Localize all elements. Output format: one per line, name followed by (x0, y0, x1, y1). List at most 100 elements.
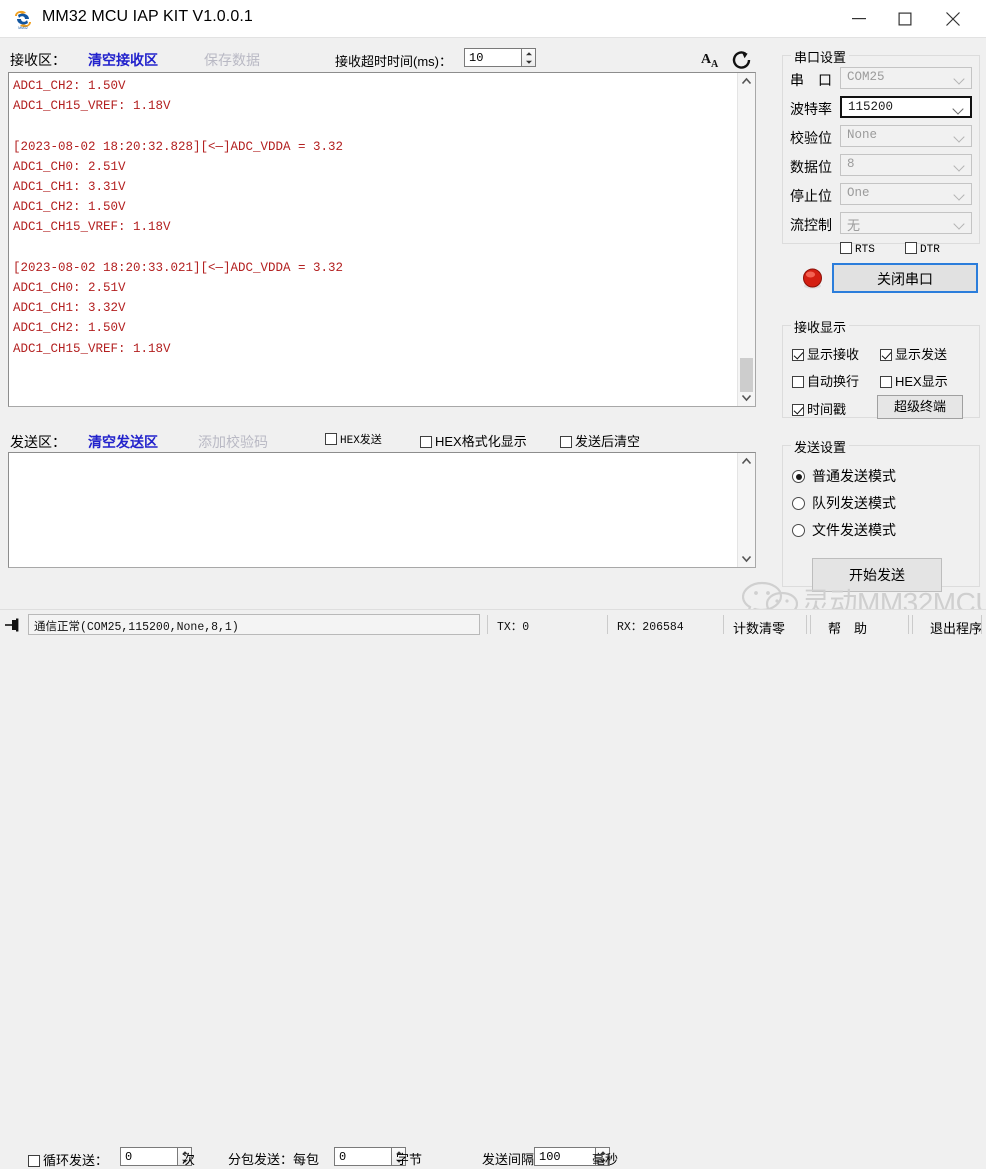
baud-rate-value: 115200 (848, 100, 894, 114)
send-textarea[interactable] (8, 452, 756, 568)
close-button[interactable] (928, 0, 978, 38)
receive-text-content: ADC1_CH2: 1.50V ADC1_CH15_VREF: 1.18V [2… (13, 79, 344, 356)
stop-bits-row: 停止位 One (782, 182, 980, 208)
checkbox-box (560, 436, 572, 448)
add-checksum-link[interactable]: 添加校验码 (198, 432, 268, 452)
loop-count-input[interactable]: 0 (120, 1147, 177, 1166)
status-divider (912, 615, 913, 634)
auto-wrap-checkbox[interactable]: 自动换行 (792, 371, 859, 390)
receive-area-label: 接收区： (10, 52, 66, 68)
status-divider (810, 615, 811, 634)
scroll-up-icon[interactable] (738, 453, 755, 470)
data-bits-select[interactable]: 8 (840, 154, 972, 176)
scroll-down-icon[interactable] (738, 389, 755, 406)
help-button[interactable]: 帮 助 (828, 618, 867, 638)
parity-label: 校验位 (790, 130, 832, 146)
scroll-down-icon[interactable] (738, 550, 755, 567)
rts-checkbox[interactable]: RTS (840, 240, 875, 256)
checkbox-box (792, 404, 804, 416)
timestamp-checkbox[interactable]: 时间戳 (792, 399, 846, 418)
loop-count-unit: 次 (182, 1152, 196, 1167)
parity-select[interactable]: None (840, 125, 972, 147)
status-divider (487, 615, 488, 634)
clear-after-send-label: 发送后清空 (575, 434, 641, 449)
title-separator (0, 37, 986, 38)
show-receive-checkbox[interactable]: 显示接收 (792, 344, 859, 363)
status-divider (607, 615, 608, 634)
queue-send-mode-label: 队列发送模式 (812, 495, 896, 511)
receive-scrollbar[interactable] (737, 73, 755, 406)
chevron-down-icon (955, 133, 964, 142)
clear-after-send-checkbox[interactable]: 发送后清空 (560, 431, 640, 450)
scroll-up-icon[interactable] (738, 73, 755, 90)
send-interval-input[interactable]: 100 (534, 1147, 595, 1166)
queue-send-mode-radio[interactable]: 队列发送模式 (792, 493, 896, 513)
send-options-row: 循环发送： 0 次 分包发送：每包 0 字节 发送间隔： 100 毫秒 (0, 572, 770, 1168)
status-divider (723, 615, 724, 634)
radio-circle (792, 524, 805, 537)
svg-text:A: A (711, 59, 719, 70)
hex-format-checkbox[interactable]: HEX格式化显示 (420, 431, 527, 450)
hex-display-checkbox[interactable]: HEX显示 (880, 371, 948, 390)
receive-timeout-label: 接收超时时间(ms)： (335, 54, 452, 69)
refresh-icon[interactable] (730, 48, 754, 72)
stop-bits-select[interactable]: One (840, 183, 972, 205)
baud-rate-label: 波特率 (790, 101, 832, 117)
stop-bits-value: One (847, 186, 870, 200)
show-send-label: 显示发送 (895, 347, 948, 362)
loop-send-checkbox[interactable]: 循环发送： (28, 1150, 108, 1169)
title-bar: MM32 MM32 MCU IAP KIT V1.0.0.1 (0, 0, 986, 38)
window-title: MM32 MCU IAP KIT V1.0.0.1 (42, 8, 253, 25)
app-window: MM32 MM32 MCU IAP KIT V1.0.0.1 接收区： 清空接收… (0, 0, 986, 1168)
rts-label: RTS (855, 244, 875, 256)
baud-rate-select[interactable]: 115200 (840, 96, 972, 118)
clear-receive-link[interactable]: 清空接收区 (88, 50, 158, 70)
receive-timeout-stepper[interactable]: 10 (464, 48, 536, 67)
save-data-link[interactable]: 保存数据 (204, 50, 260, 70)
start-send-button[interactable]: 开始发送 (812, 558, 942, 592)
receive-timeout-spin-buttons[interactable] (521, 48, 536, 67)
pin-icon[interactable] (4, 617, 24, 633)
loop-send-label: 循环发送： (43, 1153, 109, 1168)
spin-up-icon[interactable] (522, 50, 535, 58)
super-terminal-button[interactable]: 超级终端 (877, 395, 963, 419)
status-divider (981, 615, 982, 634)
normal-send-mode-radio[interactable]: 普通发送模式 (792, 466, 896, 486)
radio-circle (792, 470, 805, 483)
minimize-button[interactable] (836, 0, 882, 38)
receive-textarea[interactable]: ADC1_CH2: 1.50V ADC1_CH15_VREF: 1.18V [2… (8, 72, 756, 407)
parity-value: None (847, 128, 878, 142)
serial-port-select[interactable]: COM25 (840, 67, 972, 89)
font-size-icon[interactable]: A A (700, 48, 724, 72)
status-bar: 通信正常(COM25,115200,None,8,1) TX：0 RX：2065… (0, 609, 986, 640)
show-send-checkbox[interactable]: 显示发送 (880, 344, 947, 363)
hex-send-checkbox[interactable]: HEX发送 (325, 431, 382, 447)
checkbox-box (840, 242, 852, 254)
data-bits-value: 8 (847, 157, 855, 171)
maximize-button[interactable] (882, 0, 928, 38)
reset-counter-button[interactable]: 计数清零 (733, 618, 785, 638)
hex-send-label: HEX发送 (340, 435, 382, 447)
packet-send-label: 分包发送：每包 (228, 1152, 320, 1167)
stop-bits-label: 停止位 (790, 188, 832, 204)
flow-control-select[interactable]: 无 (840, 212, 972, 234)
close-icon (946, 12, 960, 26)
checkbox-box (420, 436, 432, 448)
data-bits-label: 数据位 (790, 159, 832, 175)
scrollbar-thumb[interactable] (740, 358, 753, 392)
serial-settings-title: 串口设置 (791, 47, 850, 66)
baud-rate-row: 波特率 115200 (782, 95, 980, 121)
send-scrollbar[interactable] (737, 453, 755, 567)
tx-counter: TX：0 (497, 621, 530, 634)
close-port-button[interactable]: 关闭串口 (832, 263, 978, 293)
receive-timeout-input[interactable]: 10 (464, 48, 521, 67)
packet-size-input[interactable]: 0 (334, 1147, 391, 1166)
packet-size-unit: 字节 (396, 1152, 423, 1167)
dtr-checkbox[interactable]: DTR (905, 240, 940, 256)
exit-button[interactable]: 退出程序 (930, 618, 982, 638)
checkbox-box (792, 349, 804, 361)
spin-down-icon[interactable] (522, 58, 535, 66)
clear-send-link[interactable]: 清空发送区 (88, 432, 158, 452)
port-status-led (800, 266, 825, 291)
file-send-mode-radio[interactable]: 文件发送模式 (792, 520, 896, 540)
